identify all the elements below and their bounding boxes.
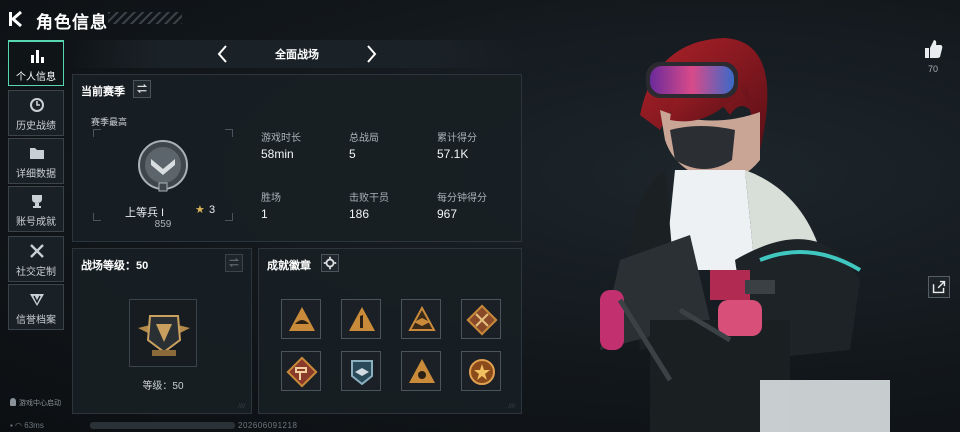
wings-badge-icon xyxy=(408,305,436,331)
battle-level-panel: 战场等级：50 等级：50 //// xyxy=(72,248,252,414)
chevron-left-icon[interactable] xyxy=(212,43,234,65)
sidebar-item-match-history[interactable]: 历史战绩 xyxy=(8,90,64,136)
gear-icon xyxy=(323,256,337,270)
ping-text: 63ms xyxy=(24,421,44,430)
tools-icon xyxy=(30,244,44,258)
game-center-hint[interactable]: 游戏中心启动 xyxy=(10,398,61,408)
rank-box: 上等兵 I ★ 3 859 xyxy=(93,129,233,230)
sidebar-item-label: 信誉档案 xyxy=(16,315,56,326)
eagle-badge-icon xyxy=(351,360,373,386)
panel-title: 当前赛季 xyxy=(81,86,125,98)
sidebar-item-personal-info[interactable]: 个人信息 xyxy=(8,40,64,86)
page-title: 角色信息 xyxy=(36,13,108,32)
badge-slot[interactable] xyxy=(341,299,381,339)
clock-icon xyxy=(30,98,44,112)
sidebar-item-label: 详细数据 xyxy=(16,169,56,180)
stat-label: 击败干员 xyxy=(349,193,389,204)
sidebar-item-credit-record[interactable]: 信誉档案 xyxy=(8,284,64,330)
corner-bracket xyxy=(225,129,233,137)
stat-value: 5 xyxy=(349,147,356,161)
character-portrait xyxy=(600,38,890,432)
corner-decoration: //// xyxy=(508,404,515,410)
badge-slot[interactable] xyxy=(341,351,381,391)
sidebar-item-detailed-data[interactable]: 详细数据 xyxy=(8,138,64,184)
stat-value: 186 xyxy=(349,207,370,221)
rank-name: 上等兵 I xyxy=(125,207,165,219)
badge-slot[interactable] xyxy=(281,299,321,339)
number-one-badge-icon xyxy=(349,307,375,331)
stat-value: 967 xyxy=(437,207,458,221)
hammer-badge-icon xyxy=(286,356,318,388)
badge-slot[interactable] xyxy=(281,351,321,391)
title-decoration xyxy=(108,12,182,24)
season-subtitle: 赛季最高 xyxy=(91,117,128,127)
share-icon xyxy=(932,280,946,294)
uid-text: 202606091218 xyxy=(238,421,298,430)
panel-title: 战场等级：50 xyxy=(81,260,149,272)
stat-label: 累计得分 xyxy=(437,133,477,144)
stat-label: 胜场 xyxy=(261,193,281,204)
mode-label: 全面战场 xyxy=(275,49,319,61)
badge-settings-button[interactable] xyxy=(321,254,339,272)
stat-label: 游戏时长 xyxy=(261,133,301,144)
crossed-guns-badge-icon xyxy=(466,304,498,336)
rank-star-count: 3 xyxy=(209,204,216,216)
sidebar-item-label: 个人信息 xyxy=(16,72,56,83)
swap-arrows-icon xyxy=(228,258,240,267)
wifi-icon: ▪ ◠ xyxy=(10,421,25,430)
helmet-badge-icon xyxy=(289,307,315,331)
swap-button[interactable] xyxy=(133,80,151,98)
badge-slot[interactable] xyxy=(401,351,441,391)
level-emblem-icon xyxy=(138,315,190,356)
sidebar-item-achievements[interactable]: 账号成就 xyxy=(8,186,64,232)
thumbs-up-icon[interactable] xyxy=(922,38,944,60)
star-medal-badge-icon xyxy=(469,359,495,385)
badge-slot[interactable] xyxy=(461,351,501,391)
sidebar-item-label: 账号成就 xyxy=(16,217,56,228)
top-bar: 角色信息 xyxy=(0,0,560,38)
achievement-badges-panel: 成就徽章 //// xyxy=(258,248,522,414)
redacted-info xyxy=(90,422,235,429)
share-button[interactable] xyxy=(928,276,950,298)
like-count: 70 xyxy=(927,64,938,74)
stat-value: 1 xyxy=(261,207,268,221)
panel-title: 成就徽章 xyxy=(267,260,311,272)
level-emblem-box xyxy=(129,299,197,367)
sidebar-item-label: 历史战绩 xyxy=(16,121,56,132)
current-season-panel: 当前赛季 赛季最高 上等兵 I ★ 3 859 游戏时长 58min 总战局 5… xyxy=(72,74,522,242)
rank-points: 859 xyxy=(154,219,172,230)
corner-decoration: //// xyxy=(238,404,245,410)
sidebar-item-social-custom[interactable]: 社交定制 xyxy=(8,236,64,282)
back-arrow-icon[interactable] xyxy=(8,9,28,29)
stat-label: 每分钟得分 xyxy=(437,193,487,204)
folder-icon xyxy=(30,148,44,159)
network-status: ▪ ◠ 63ms xyxy=(10,421,44,430)
target-badge-icon xyxy=(409,359,435,383)
sidebar-item-label: 社交定制 xyxy=(16,267,56,278)
rank-emblem-icon xyxy=(138,140,188,192)
swap-arrows-icon xyxy=(136,84,148,93)
stat-label: 总战局 xyxy=(349,133,379,144)
badge-slot[interactable] xyxy=(461,299,501,339)
mode-switcher: 全面战场 xyxy=(72,40,522,68)
stat-value: 57.1K xyxy=(437,147,469,161)
bar-chart-icon xyxy=(31,50,44,63)
trophy-icon xyxy=(32,195,42,208)
star-icon: ★ xyxy=(195,204,205,216)
stat-value: 58min xyxy=(261,147,294,161)
corner-bracket xyxy=(93,129,101,137)
refresh-button[interactable] xyxy=(225,254,243,272)
chevron-right-icon[interactable] xyxy=(360,43,382,65)
shield-icon xyxy=(30,294,44,306)
badge-slot[interactable] xyxy=(401,299,441,339)
level-text: 等级：50 xyxy=(142,381,184,392)
lock-icon xyxy=(10,398,16,406)
